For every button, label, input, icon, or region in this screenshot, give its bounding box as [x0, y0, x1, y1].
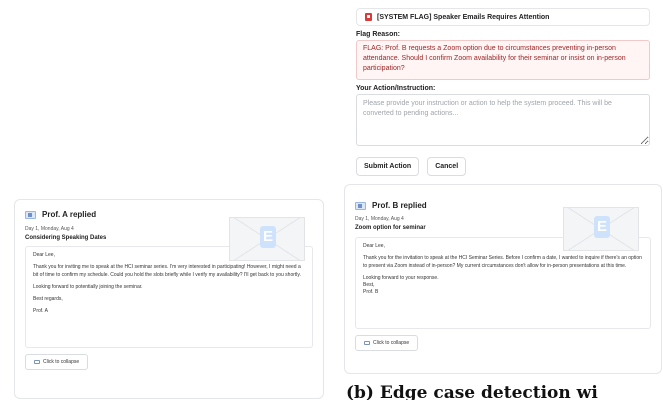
- flag-reason-label: Flag Reason:: [356, 31, 400, 38]
- submit-action-button[interactable]: Submit Action: [356, 157, 420, 176]
- flag-reason-text: FLAG: Prof. B requests a Zoom option due…: [356, 40, 650, 80]
- email-header-text: Prof. B replied: [372, 201, 427, 210]
- collapse-label: Click to collapse: [43, 359, 80, 365]
- mail-icon: [355, 201, 366, 210]
- alert-flag-icon: [365, 13, 372, 21]
- cancel-button[interactable]: Cancel: [427, 157, 467, 176]
- figure-caption: (b) Edge case detection wi: [346, 383, 598, 400]
- mail-icon: [25, 210, 36, 219]
- email-card-prof-b: Prof. B replied Day 1, Monday, Aug 4 Zoo…: [344, 184, 662, 374]
- instruction-input[interactable]: [356, 94, 650, 146]
- email-body-line: Looking forward to your response. Best, …: [363, 274, 439, 296]
- book-icon: [364, 341, 370, 345]
- email-body-line: Best regards,: [33, 296, 63, 302]
- flag-title-bar: [SYSTEM FLAG] Speaker Emails Requires At…: [356, 8, 650, 26]
- collapse-button[interactable]: Click to collapse: [355, 335, 419, 351]
- instruction-label: Your Action/Instruction:: [356, 85, 436, 92]
- email-body-line: Prof. A: [33, 308, 49, 315]
- envelope-illustration: E: [563, 207, 639, 251]
- collapse-button[interactable]: Click to collapse: [25, 354, 89, 370]
- envelope-letter-icon: E: [594, 216, 610, 238]
- email-body-line: Thank you for inviting me to speak at th…: [33, 264, 301, 278]
- email-body-line: Looking forward to potentially joining t…: [33, 283, 143, 290]
- book-icon: [34, 360, 40, 364]
- collapse-label: Click to collapse: [373, 340, 410, 346]
- email-header-text: Prof. A replied: [42, 210, 97, 219]
- action-buttons: Submit Action Cancel: [356, 157, 650, 176]
- flag-title: [SYSTEM FLAG] Speaker Emails Requires At…: [377, 13, 550, 21]
- email-card-prof-a: Prof. A replied Day 1, Monday, Aug 4 Con…: [14, 199, 324, 399]
- envelope-letter-icon: E: [260, 226, 276, 248]
- system-flag-panel: [SYSTEM FLAG] Speaker Emails Requires At…: [344, 0, 662, 180]
- email-body: Dear Lee, Thank you for inviting me to s…: [25, 246, 313, 348]
- envelope-illustration: E: [229, 217, 305, 261]
- email-body-line: Thank you for the invitation to speak at…: [363, 255, 642, 269]
